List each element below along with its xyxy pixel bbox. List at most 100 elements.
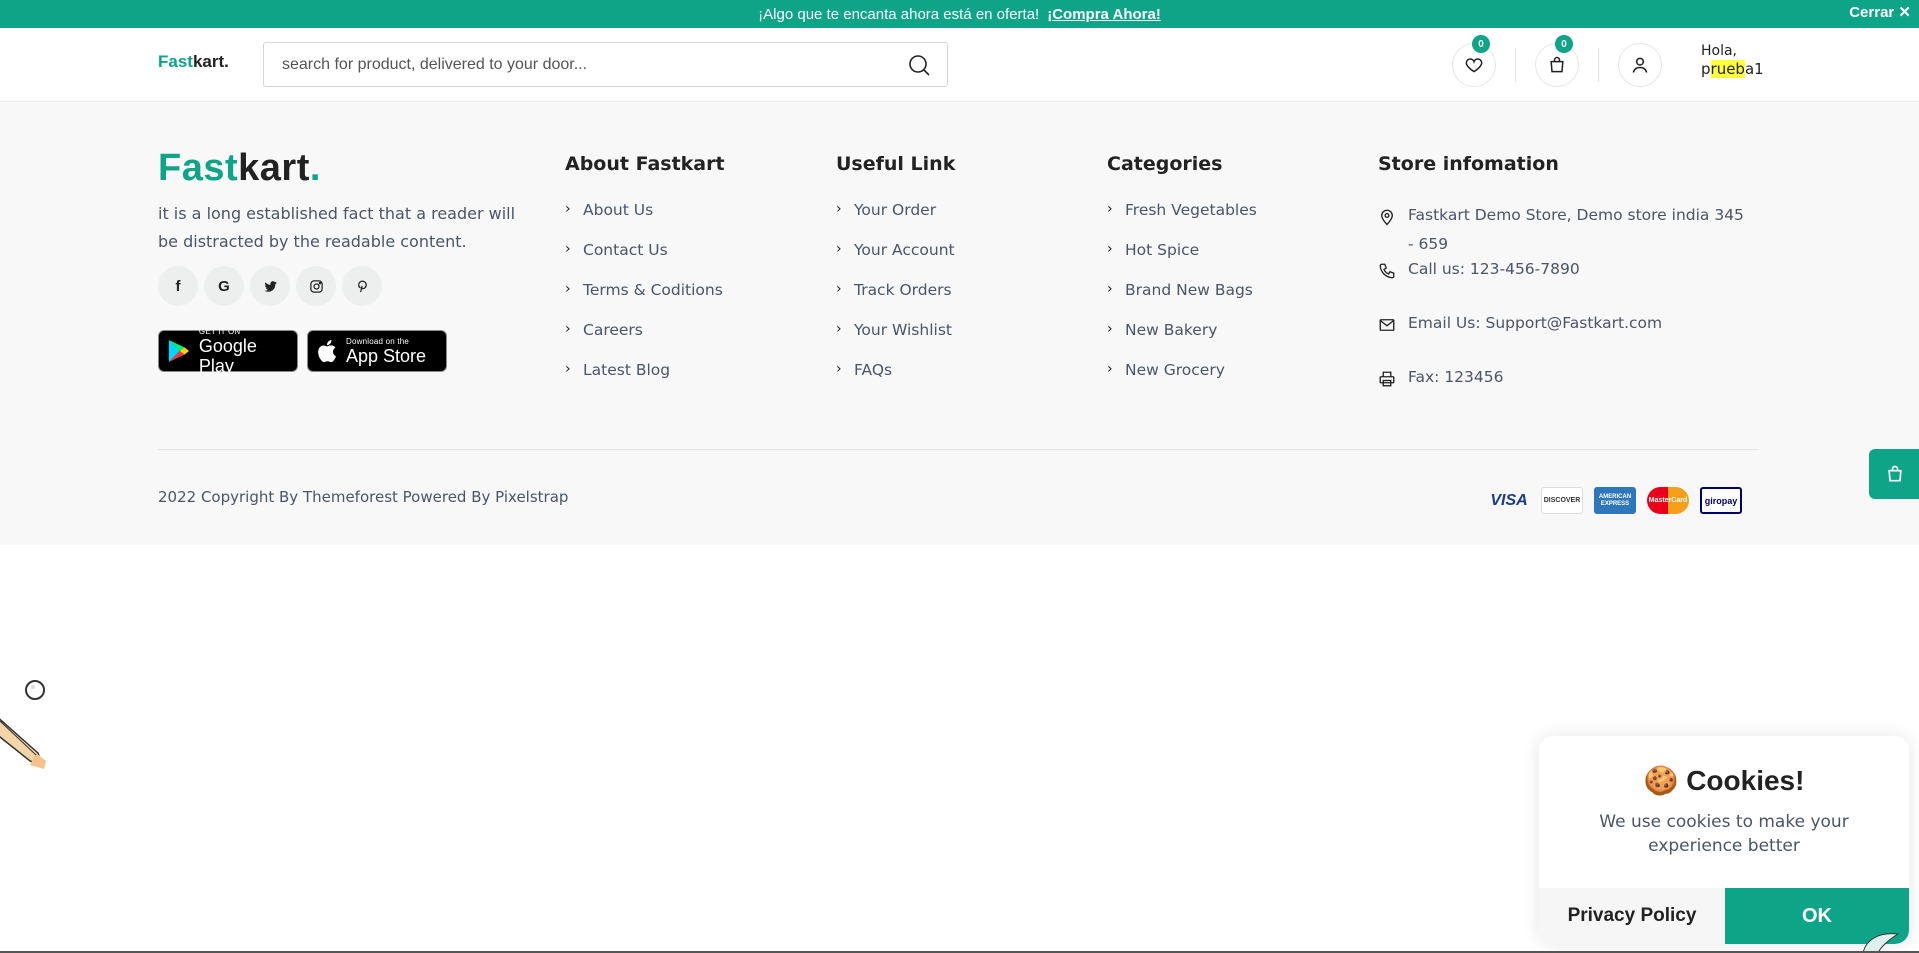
search-icon[interactable] bbox=[907, 53, 931, 77]
chevron-right-icon: › bbox=[836, 241, 842, 257]
footer-link-latest-blog[interactable]: › Latest Blog bbox=[565, 361, 725, 401]
american-express-icon: AMERICAN EXPRESS bbox=[1594, 487, 1636, 514]
search-input[interactable] bbox=[264, 43, 884, 86]
chevron-right-icon: › bbox=[565, 241, 571, 257]
chevron-right-icon: › bbox=[1107, 201, 1113, 217]
store-phone[interactable]: Call us: 123-456-7890 bbox=[1378, 255, 1758, 295]
facebook-link[interactable]: f bbox=[158, 266, 198, 306]
column-title: Store infomation bbox=[1378, 153, 1559, 175]
apple-icon bbox=[318, 340, 336, 363]
heart-icon bbox=[1465, 58, 1483, 73]
footer-link-your-wishlist[interactable]: › Your Wishlist bbox=[836, 321, 955, 361]
copyright-text: 2022 Copyright By Themeforest Powered By… bbox=[158, 488, 569, 506]
twitter-icon bbox=[263, 280, 277, 292]
payment-methods: VISA DISCOVER AMERICAN EXPRESS MasterCar… bbox=[1488, 487, 1742, 514]
chevron-right-icon: › bbox=[836, 321, 842, 337]
footer-link-your-account[interactable]: › Your Account bbox=[836, 241, 955, 281]
column-title: Categories bbox=[1107, 153, 1223, 175]
footer-useful-column: Useful Link › Your Order › Your Account › T… bbox=[836, 153, 955, 401]
store-email[interactable]: Email Us: Support@Fastkart.com bbox=[1378, 309, 1758, 349]
site-footer: Fastkart. it is a long established fact … bbox=[0, 103, 1919, 545]
footer-logo[interactable]: Fastkart. bbox=[158, 147, 321, 190]
chevron-right-icon: › bbox=[565, 201, 571, 217]
facebook-icon: f bbox=[175, 277, 181, 295]
mail-icon bbox=[1379, 319, 1395, 331]
visa-icon: VISA bbox=[1490, 491, 1528, 509]
cart-count-badge: 0 bbox=[1555, 35, 1573, 53]
decorative-leaf bbox=[1862, 933, 1900, 953]
site-header: Fastkart. 0 0 Hola, prueba1 bbox=[0, 28, 1919, 102]
google-play-icon bbox=[168, 339, 190, 363]
footer-categories-column: Categories › Fresh Vegetables › Hot Spice … bbox=[1107, 153, 1257, 401]
footer-link-hot-spice[interactable]: › Hot Spice bbox=[1107, 241, 1257, 281]
decorative-illustration bbox=[0, 680, 46, 769]
instagram-icon bbox=[309, 279, 323, 293]
footer-link-contact-us[interactable]: › Contact Us bbox=[565, 241, 725, 281]
announcement-bar: ¡Algo que te encanta ahora está en ofert… bbox=[0, 0, 1919, 28]
mastercard-icon: MasterCard bbox=[1647, 487, 1689, 514]
footer-link-careers[interactable]: › Careers bbox=[565, 321, 725, 361]
phone-icon bbox=[1379, 263, 1395, 279]
wishlist-button[interactable]: 0 bbox=[1452, 35, 1496, 87]
footer-about-column: About Fastkart › About Us › Contact Us › Te… bbox=[565, 153, 725, 401]
footer-link-faqs[interactable]: › FAQs bbox=[836, 361, 955, 401]
column-title: Useful Link bbox=[836, 153, 956, 175]
header-logo[interactable]: Fastkart. bbox=[158, 52, 229, 72]
chevron-right-icon: › bbox=[1107, 281, 1113, 297]
chevron-right-icon: › bbox=[836, 201, 842, 217]
chevron-right-icon: › bbox=[1107, 241, 1113, 257]
column-title: About Fastkart bbox=[565, 153, 725, 175]
cookie-message: We use cookies to make your experience b… bbox=[1599, 812, 1849, 856]
close-label: Cerrar bbox=[1849, 4, 1895, 21]
footer-link-about-us[interactable]: › About Us bbox=[565, 201, 725, 241]
social-links: f G bbox=[158, 266, 382, 306]
store-fax: Fax: 123456 bbox=[1378, 363, 1758, 403]
google-link[interactable]: G bbox=[204, 266, 244, 306]
chevron-right-icon: › bbox=[1107, 321, 1113, 337]
user-name: prueba1 bbox=[1701, 60, 1764, 78]
close-icon: ✕ bbox=[1898, 4, 1911, 21]
google-play-button[interactable]: GET IT ON Google Play bbox=[158, 327, 298, 376]
footer-link-terms[interactable]: › Terms & Coditions bbox=[565, 281, 725, 321]
chevron-right-icon: › bbox=[565, 281, 571, 297]
app-store-button[interactable]: Download on the App Store bbox=[307, 330, 447, 372]
privacy-policy-button[interactable]: Privacy Policy bbox=[1539, 888, 1725, 944]
instagram-link[interactable] bbox=[296, 266, 336, 306]
discover-icon: DISCOVER bbox=[1541, 487, 1583, 514]
printer-icon bbox=[1379, 371, 1395, 387]
chevron-right-icon: › bbox=[565, 361, 571, 377]
floating-cart-button[interactable] bbox=[1869, 449, 1919, 499]
user-greeting[interactable]: Hola, prueba1 bbox=[1701, 42, 1764, 78]
twitter-link[interactable] bbox=[250, 266, 290, 306]
app-store-links: GET IT ON Google Play Download on the Ap… bbox=[158, 327, 447, 376]
footer-link-your-order[interactable]: › Your Order bbox=[836, 201, 955, 241]
wishlist-count-badge: 0 bbox=[1472, 35, 1490, 53]
footer-link-new-bakery[interactable]: › New Bakery bbox=[1107, 321, 1257, 361]
close-announcement-button[interactable]: Cerrar ✕ bbox=[1849, 3, 1911, 21]
cookie-icon: 🍪 bbox=[1643, 765, 1679, 796]
chevron-right-icon: › bbox=[836, 361, 842, 377]
footer-description: it is a long established fact that a rea… bbox=[158, 204, 516, 251]
chevron-right-icon: › bbox=[565, 321, 571, 337]
pinterest-link[interactable] bbox=[342, 266, 382, 306]
chevron-right-icon: › bbox=[1107, 361, 1113, 377]
footer-link-track-orders[interactable]: › Track Orders bbox=[836, 281, 955, 321]
footer-store-info-column: Store infomation Fastkart Demo Store, De… bbox=[1378, 153, 1758, 417]
store-address: Fastkart Demo Store, Demo store india 34… bbox=[1378, 201, 1758, 253]
search-bar bbox=[263, 42, 948, 87]
google-icon: G bbox=[218, 277, 230, 295]
footer-link-brand-new-bags[interactable]: › Brand New Bags bbox=[1107, 281, 1257, 321]
shop-now-link[interactable]: ¡Compra Ahora! bbox=[1047, 6, 1161, 23]
shopping-bag-icon bbox=[1550, 56, 1564, 73]
shopping-bag-icon bbox=[1888, 465, 1902, 482]
footer-divider bbox=[158, 449, 1759, 450]
cart-button[interactable]: 0 bbox=[1535, 35, 1579, 87]
account-button[interactable] bbox=[1618, 43, 1662, 87]
announcement-message: ¡Algo que te encanta ahora está en ofert… bbox=[758, 5, 1040, 23]
greeting-text: Hola, bbox=[1701, 43, 1738, 59]
footer-link-new-grocery[interactable]: › New Grocery bbox=[1107, 361, 1257, 401]
cookie-consent-card: 🍪 Cookies! We use cookies to make your e… bbox=[1539, 736, 1909, 944]
footer-link-fresh-vegetables[interactable]: › Fresh Vegetables bbox=[1107, 201, 1257, 241]
cookie-title: 🍪 Cookies! bbox=[1643, 765, 1805, 796]
location-pin-icon bbox=[1381, 209, 1393, 226]
